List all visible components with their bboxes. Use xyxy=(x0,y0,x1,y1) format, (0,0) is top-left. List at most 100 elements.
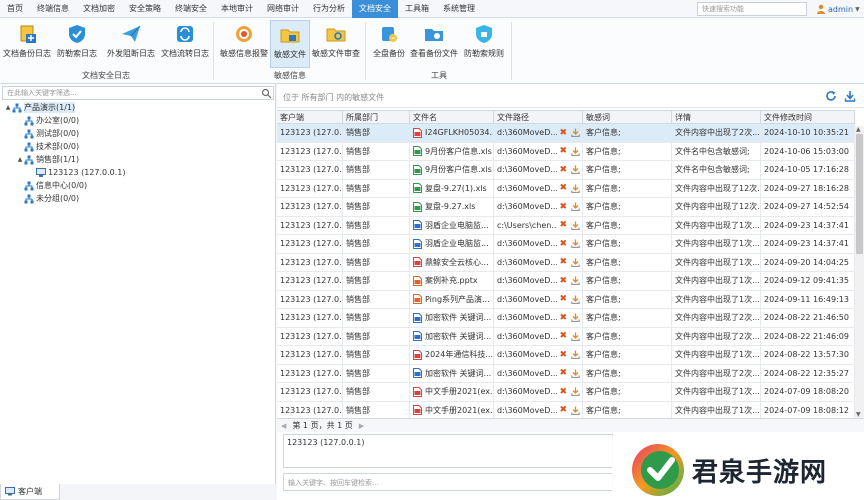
column-header[interactable]: 文件修改时间 xyxy=(761,111,855,123)
menu-item[interactable]: 首页 xyxy=(0,0,30,18)
table-row[interactable]: 123123 (127.0... 销售部 I24GFLKH05034... d:\36… xyxy=(277,124,855,143)
search-input[interactable]: 输入关键字、按回车键检索... xyxy=(283,473,613,491)
tree-filter-input[interactable]: 在此输入关键字筛选... xyxy=(2,86,274,100)
next-page-icon[interactable]: ▶ xyxy=(359,422,364,430)
download-icon[interactable] xyxy=(571,165,580,175)
delete-icon[interactable]: ✖ xyxy=(559,183,567,193)
download-icon[interactable] xyxy=(571,313,580,323)
table-row[interactable]: 123123 (127.0... 销售部 加密软件 关键词... d:\360Move… xyxy=(277,309,855,328)
download-icon[interactable] xyxy=(571,128,580,138)
tree-node[interactable]: 办公室(0/0) xyxy=(0,114,276,127)
download-icon[interactable] xyxy=(571,332,580,341)
ribbon-button[interactable]: 文档备份日志 xyxy=(2,20,52,68)
table-row[interactable]: 123123 (127.0... 销售部 复盘-9.27(1).xls d:\360M… xyxy=(277,179,855,198)
ribbon-button[interactable]: 全盘备份 xyxy=(370,20,408,68)
download-icon[interactable] xyxy=(571,295,580,304)
delete-icon[interactable]: ✖ xyxy=(559,405,567,415)
download-icon[interactable] xyxy=(571,202,580,212)
user-menu[interactable]: admin ▼ xyxy=(816,2,860,16)
tab-client[interactable]: 客户端 xyxy=(0,484,60,500)
tree-node-label: 信息中心(0/0) xyxy=(36,181,88,190)
ribbon-button[interactable]: 文档流转日志 xyxy=(160,20,210,68)
column-header[interactable]: 文件名 xyxy=(410,111,494,123)
table-row[interactable]: 123123 (127.0... 销售部 中文手册2021(ex... d:\360M… xyxy=(277,383,855,402)
menu-item[interactable]: 网络审计 xyxy=(260,0,306,18)
download-icon[interactable] xyxy=(571,387,580,397)
tree-expander-icon[interactable]: ▲ xyxy=(4,104,12,111)
download-icon[interactable] xyxy=(571,369,580,378)
download-icon[interactable] xyxy=(571,258,580,267)
column-header[interactable]: 敏感词 xyxy=(583,111,672,123)
tree-node[interactable]: 123123 (127.0.0.1) xyxy=(0,166,276,179)
table-row[interactable]: 123123 (127.0... 销售部 9月份客户信息.xls d:\360Move… xyxy=(277,142,855,161)
menu-item[interactable]: 行为分析 xyxy=(306,0,352,18)
menu-item[interactable]: 系统管理 xyxy=(436,0,482,18)
delete-icon[interactable]: ✖ xyxy=(559,239,567,249)
delete-icon[interactable]: ✖ xyxy=(559,128,567,138)
tree-node[interactable]: 技术部(0/0) xyxy=(0,140,276,153)
menu-item[interactable]: 文档安全 xyxy=(352,0,398,18)
table-row[interactable]: 123123 (127.0... 销售部 加密软件 关键词... d:\360Move… xyxy=(277,327,855,346)
column-header[interactable]: 所属部门 xyxy=(343,111,410,123)
ribbon-button[interactable]: 查看备份文件 xyxy=(408,20,460,68)
table-row[interactable]: 123123 (127.0... 销售部 羽盾企业电脑监... c:\Users\ch… xyxy=(277,216,855,235)
ribbon-button[interactable]: 防勒索规则 xyxy=(460,20,508,68)
delete-icon[interactable]: ✖ xyxy=(559,202,567,212)
delete-icon[interactable]: ✖ xyxy=(559,276,567,286)
table-row[interactable]: 123123 (127.0... 销售部 鼎鲸安全云核心... d:\360MoveD… xyxy=(277,253,855,272)
delete-icon[interactable]: ✖ xyxy=(559,387,567,397)
table-row[interactable]: 123123 (127.0... 销售部 案例补充.pptx d:\360MoveD.… xyxy=(277,272,855,291)
menu-item[interactable]: 终端信息 xyxy=(30,0,76,18)
scroll-up-icon[interactable]: ▲ xyxy=(856,126,861,133)
table-row[interactable]: 123123 (127.0... 销售部 9月份客户信息.xls d:\360Move… xyxy=(277,161,855,180)
column-header[interactable]: 详情 xyxy=(672,111,761,123)
download-icon[interactable] xyxy=(571,350,580,360)
download-icon[interactable] xyxy=(844,90,856,102)
download-icon[interactable] xyxy=(571,239,580,249)
delete-icon[interactable]: ✖ xyxy=(559,350,567,360)
search-icon[interactable] xyxy=(261,88,272,99)
ribbon-button[interactable]: 敏感文件审查 xyxy=(310,20,362,68)
tree-node[interactable]: 测试部(0/0) xyxy=(0,127,276,140)
table-row[interactable]: 123123 (127.0... 销售部 Ping系列产品演... d:\360Mov… xyxy=(277,290,855,309)
ribbon-button[interactable]: 外发阻断日志 xyxy=(102,20,160,68)
table-row[interactable]: 123123 (127.0... 销售部 加密软件 关键词... d:\360Move… xyxy=(277,364,855,383)
delete-icon[interactable]: ✖ xyxy=(559,368,567,378)
download-icon[interactable] xyxy=(571,221,580,230)
tree-expander-icon[interactable]: ▲ xyxy=(16,156,24,163)
ribbon-button[interactable]: 敏感信息报警 xyxy=(218,20,270,68)
delete-icon[interactable]: ✖ xyxy=(559,313,567,323)
scroll-down-icon[interactable]: ▼ xyxy=(856,411,861,418)
download-icon[interactable] xyxy=(571,276,580,286)
table-row[interactable]: 123123 (127.0... 销售部 羽盾企业电脑监... d:\360MoveD… xyxy=(277,235,855,254)
menu-item[interactable]: 本地审计 xyxy=(214,0,260,18)
scrollbar-thumb[interactable] xyxy=(856,134,863,254)
column-header[interactable]: 客户端 xyxy=(277,111,343,123)
table-scrollbar[interactable]: ▲ ▼ xyxy=(855,126,864,418)
delete-icon[interactable]: ✖ xyxy=(559,331,567,341)
refresh-icon[interactable] xyxy=(825,90,837,102)
tree-node[interactable]: ▲ 销售部(1/1) xyxy=(0,153,276,166)
table-row[interactable]: 123123 (127.0... 销售部 2024年通信科技... d:\360Mov… xyxy=(277,346,855,365)
delete-icon[interactable]: ✖ xyxy=(559,220,567,230)
quick-search-input[interactable]: 快速搜索功能 xyxy=(697,2,807,16)
menu-item[interactable]: 工具箱 xyxy=(398,0,436,18)
download-icon[interactable] xyxy=(571,406,580,415)
ribbon-button[interactable]: 敏感文件 xyxy=(270,20,310,68)
column-header[interactable]: 文件路径 xyxy=(494,111,583,123)
menu-item[interactable]: 文档加密 xyxy=(76,0,122,18)
menu-item[interactable]: 终端安全 xyxy=(168,0,214,18)
delete-icon[interactable]: ✖ xyxy=(559,294,567,304)
download-icon[interactable] xyxy=(571,184,580,193)
delete-icon[interactable]: ✖ xyxy=(559,146,567,156)
delete-icon[interactable]: ✖ xyxy=(559,257,567,267)
first-page-icon[interactable]: ◀ xyxy=(281,422,286,430)
delete-icon[interactable]: ✖ xyxy=(559,165,567,175)
download-icon[interactable] xyxy=(571,147,580,156)
table-row[interactable]: 123123 (127.0... 销售部 复盘-9.27.xls d:\360Move… xyxy=(277,198,855,217)
tree-node[interactable]: 未分组(0/0) xyxy=(0,192,276,205)
tree-node[interactable]: 信息中心(0/0) xyxy=(0,179,276,192)
ribbon-button[interactable]: 防勒索日志 xyxy=(52,20,102,68)
menu-item[interactable]: 安全策略 xyxy=(122,0,168,18)
tree-node[interactable]: ▲ 产品演示(1/1) xyxy=(0,101,276,114)
